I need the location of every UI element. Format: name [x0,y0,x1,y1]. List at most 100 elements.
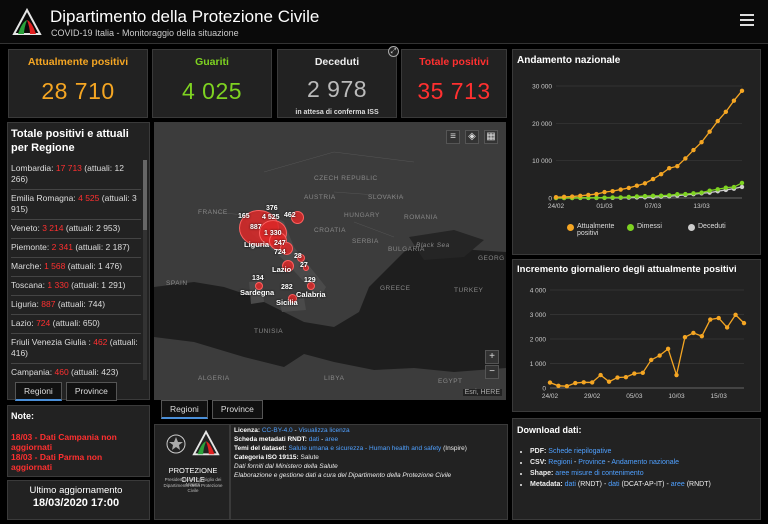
data-point [649,357,654,363]
region-attuali: (attuali: 744) [57,299,106,309]
region-row[interactable]: Veneto: 3 214 (attuali: 2 953) [11,220,141,239]
tab-regioni[interactable]: Regioni [161,400,208,419]
region-row[interactable]: Friuli Venezia Giulia : 462 (attuali: 41… [11,334,141,364]
regions-scrollbar[interactable] [143,160,147,380]
csv-province-link[interactable]: Province [578,459,605,466]
region-row[interactable]: Lazio: 724 (attuali: 650) [11,315,141,334]
csv-regioni-link[interactable]: Regioni [548,459,572,466]
data-point [699,333,705,339]
logo-sub: Dipartimento della Protezione Civile [163,483,223,493]
zoom-out-button[interactable]: − [485,365,499,379]
tab-regioni[interactable]: Regioni [15,382,62,401]
tab-province[interactable]: Province [211,400,263,419]
metadata-dati-link[interactable]: dati [309,436,319,443]
label: Metadata: [530,481,563,488]
region-name: Piemonte: [11,242,50,252]
download-title: Download dati: [517,425,582,435]
map-value-label: 129 [304,277,316,284]
license-link[interactable]: CC-BY-4.0 [262,427,293,434]
region-row[interactable]: Campania: 460 (attuali: 423) [11,364,141,382]
data-point [642,181,648,186]
data-point [699,190,704,195]
map-view[interactable]: CZECH REPUBLIC SLOVAKIA AUSTRIA HUNGARY … [154,122,506,400]
label: Scheda metadati RNDT: [234,436,307,443]
download-item: Shape: aree misure di contenimento [530,468,711,479]
data-point [707,129,712,134]
layers-icon[interactable]: ◈ [465,130,479,144]
data-point [724,325,730,330]
data-point [634,194,640,199]
label: Categoria ISO 19115: [234,454,299,461]
meta-aree-link[interactable]: aree [671,481,685,488]
stat-attualmente-positivi: Attualmente positivi 28 710 [8,49,148,118]
data-point [675,164,680,169]
region-attuali: (attuali: 1 476) [67,261,123,271]
legend-item[interactable]: Dimessi [627,223,662,231]
view-license-link[interactable]: Visualizza licenza [298,427,349,434]
data-point [650,176,656,182]
themes-link[interactable]: Salute umana e sicurezza - Human health … [288,445,441,452]
regions-list[interactable]: Lombardia: 17 713 (attuali: 12 266) Emili… [11,160,141,382]
map-label: CZECH REPUBLIC [314,175,378,182]
legend-item[interactable]: Deceduti [688,223,726,231]
region-name: Liguria: [11,299,39,309]
data-point [610,188,615,194]
page-title: Dipartimento della Protezione Civile [50,7,320,26]
region-name: Campania: [11,367,53,377]
region-row[interactable]: Toscana: 1 330 (attuali: 1 291) [11,277,141,296]
legend-label: Dimessi [637,223,662,230]
map-region-label: Lazio [272,265,292,274]
zoom-in-button[interactable]: + [485,350,499,364]
data-point [739,184,745,190]
region-total: 1 330 [47,280,69,290]
data-point [626,194,631,200]
pdf-link[interactable]: Schede riepilogative [548,448,611,455]
map-region-label: Sicilia [276,298,298,307]
region-row[interactable]: Liguria: 887 (attuali: 744) [11,296,141,315]
stat-label: Deceduti [314,56,360,68]
label: PDF: [530,448,547,455]
stat-label: Guariti [195,56,229,68]
iso-value: Salute [300,454,319,461]
map-label: HUNGARY [344,212,380,219]
legend-item[interactable]: Attualmente positivi [567,223,619,237]
metadata-aree-link[interactable]: aree [325,436,338,443]
map-value-label: 376 [266,205,278,212]
map-value-label: 462 [284,212,296,219]
legend-dot [627,224,634,231]
stat-value: 28 710 [41,78,115,104]
download-item: PDF: Schede riepilogative [530,446,711,457]
region-row[interactable]: Marche: 1 568 (attuali: 1 476) [11,258,141,277]
data-point [674,372,679,378]
qr-code-icon[interactable]: ▦ [484,130,498,144]
data-point [715,187,720,192]
label: Temi del dataset: [234,445,287,452]
map-attribution[interactable]: Esri, HERE [462,389,502,396]
meta-dati2-link[interactable]: dati [608,481,619,488]
region-row[interactable]: Emilia Romagna: 4 525 (attuali: 3 915) [11,190,141,220]
data-point [569,194,575,199]
shape-link[interactable]: aree misure di contenimento [555,470,643,477]
map-label: GEORG [478,255,505,262]
meta-dati-link[interactable]: dati [565,481,576,488]
data-point [683,156,688,161]
layer-list-icon[interactable]: ≡ [446,130,460,144]
region-row[interactable]: Piemonte: 2 341 (attuali: 2 187) [11,239,141,258]
data-point [716,315,721,321]
data-point [708,317,713,322]
csv-andamento-link[interactable]: Andamento nazionale [611,459,679,466]
data-point [632,371,637,376]
data-point [715,118,720,124]
map-value-label: 165 [238,213,250,220]
tab-province[interactable]: Province [65,382,117,401]
region-row[interactable]: Lombardia: 17 713 (attuali: 12 266) [11,160,141,190]
hamburger-menu-icon[interactable] [740,14,754,26]
data-point [606,379,612,384]
data-point [665,346,671,352]
data-point [556,383,561,388]
region-total: 460 [54,367,69,377]
chart-title: Incremento giornaliero degli attualmente… [517,264,737,275]
map-label: FRANCE [198,209,228,216]
expand-icon[interactable]: ⤢ [388,46,399,57]
data-point [731,98,737,103]
